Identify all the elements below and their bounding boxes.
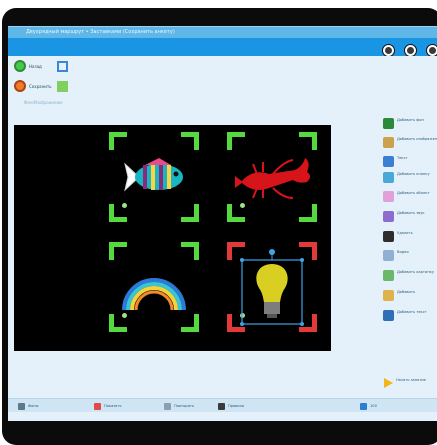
play-icon: [384, 378, 393, 388]
save-icon: [14, 80, 26, 92]
status-item[interactable]: 100: [360, 402, 377, 410]
right-panel-item[interactable]: Добавить: [383, 290, 437, 306]
check-icon[interactable]: [57, 80, 68, 92]
status-item-label: Правила: [228, 404, 245, 408]
right-panel-item[interactable]: Добавить звук: [383, 211, 437, 227]
tool-icon: [383, 310, 394, 321]
cell-light-bulb[interactable]: [227, 242, 317, 332]
tool-icon: [383, 172, 394, 183]
status-item-icon: [164, 402, 171, 410]
tool-icon: [383, 137, 394, 148]
right-panel-item-label: Добавить звук: [397, 211, 425, 215]
window-title: Двухрядный маршрут • Заставками (Сохрани…: [26, 29, 175, 35]
right-panel-item[interactable]: Добавить фон: [383, 118, 437, 134]
cell-lobster[interactable]: [227, 132, 317, 222]
right-panel-item[interactable]: Добавить объект: [383, 191, 437, 207]
status-bar: Фоны Показать Повторить Правила 100: [8, 398, 437, 412]
right-panel-item[interactable]: Добавить кнопку: [383, 172, 437, 188]
status-item-icon: [94, 402, 101, 410]
right-panel-item-label: Добавить кнопку: [397, 172, 430, 176]
tool-icon: [383, 270, 394, 281]
cell-fish[interactable]: [109, 132, 199, 222]
status-item-label: 100: [370, 404, 377, 408]
status-item[interactable]: Показать: [94, 402, 122, 410]
light-bulb-icon: [240, 249, 304, 326]
right-panel-item[interactable]: Добавить картинку: [383, 270, 437, 286]
right-panel-item-label: Удалить: [397, 231, 413, 235]
right-panel-item[interactable]: Добавить изображение: [383, 137, 437, 153]
back-icon: [14, 60, 26, 72]
status-item[interactable]: Правила: [218, 402, 244, 410]
right-panel-item-label: Добавить фон: [397, 118, 424, 122]
left-toolbar: Назад Сохранить Фон/Изображение: [8, 56, 128, 124]
status-item-label: Фоны: [28, 404, 39, 408]
right-panel-item[interactable]: Удалить: [383, 231, 437, 247]
rainbow-icon: [122, 278, 186, 311]
cell-rainbow[interactable]: [109, 242, 199, 332]
tool-icon: [383, 211, 394, 222]
save-label: Сохранить: [29, 83, 52, 89]
right-panel-item-label: Видео: [397, 250, 409, 254]
header-band: [8, 38, 437, 56]
tool-icon: [383, 250, 394, 261]
status-item-icon: [218, 402, 225, 410]
status-item[interactable]: Фоны: [18, 402, 38, 410]
start-session-button[interactable]: Начать занятие: [374, 378, 434, 394]
right-panel-item-label: Добавить: [397, 290, 416, 294]
status-item-icon: [360, 402, 367, 410]
status-item[interactable]: Повторить: [164, 402, 194, 410]
right-panel-item[interactable]: Добавить текст: [383, 310, 437, 326]
status-item-label: Повторить: [174, 404, 195, 408]
fish-icon: [124, 158, 183, 192]
anchor-dot: [122, 203, 127, 208]
tool-icon: [383, 231, 394, 242]
tool-icon: [383, 290, 394, 301]
status-item-label: Показать: [104, 404, 122, 408]
lobster-icon: [235, 158, 310, 199]
canvas-stage[interactable]: [14, 125, 331, 351]
tool-icon: [383, 156, 394, 167]
tool-icon: [383, 191, 394, 202]
right-panel-item-label: Добавить объект: [397, 191, 430, 195]
back-label: Назад: [29, 63, 42, 69]
right-panel-item-label: Добавить картинку: [397, 270, 434, 274]
tool-icon: [383, 118, 394, 129]
right-panel-item-label: Добавить текст: [397, 310, 427, 314]
frame-icon[interactable]: [57, 60, 68, 72]
back-button[interactable]: Назад: [14, 60, 68, 72]
save-button[interactable]: Сохранить: [14, 80, 68, 92]
right-panel-item[interactable]: Текст: [383, 156, 437, 172]
start-session-label: Начать занятие: [396, 378, 426, 382]
right-panel-item-label: Добавить изображение: [397, 137, 437, 141]
status-item-icon: [18, 402, 25, 410]
toolbar-hint: Фон/Изображение: [24, 100, 63, 105]
right-panel-item[interactable]: Видео: [383, 250, 437, 266]
right-panel-item-label: Текст: [397, 156, 408, 160]
